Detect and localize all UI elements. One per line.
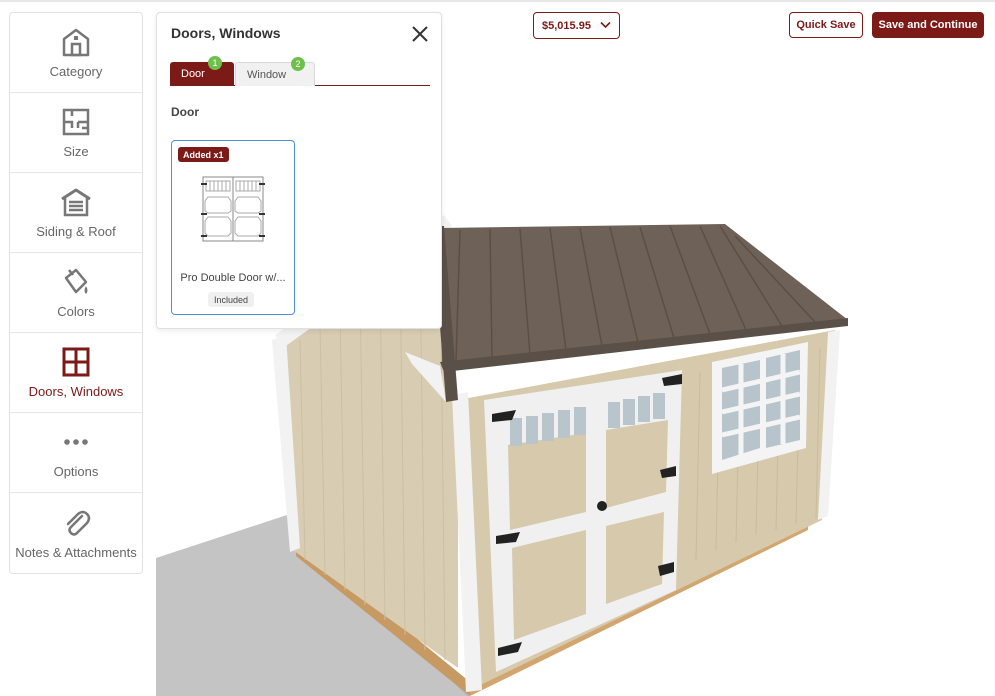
sidebar-item-label: Siding & Roof: [36, 224, 116, 239]
sidebar-item-category[interactable]: Category: [10, 13, 142, 93]
price-dropdown[interactable]: $5,015.95: [533, 12, 620, 39]
quick-save-button[interactable]: Quick Save: [789, 12, 863, 38]
door-option-card[interactable]: Added x1 Pro Double Door w/... Included: [171, 140, 295, 315]
sidebar-item-label: Doors, Windows: [28, 384, 124, 399]
panel-title: Doors, Windows: [171, 25, 281, 41]
count-badge: 2: [291, 57, 305, 71]
save-and-continue-button[interactable]: Save and Continue: [872, 12, 984, 38]
added-badge: Added x1: [178, 147, 229, 162]
section-label: Door: [171, 105, 199, 119]
sidebar-item-label: Colors: [57, 304, 95, 319]
sidebar-item-size[interactable]: Size: [10, 93, 142, 173]
sidebar-item-label: Options: [53, 464, 99, 479]
count-badge: 1: [208, 56, 222, 70]
close-icon[interactable]: [409, 23, 431, 45]
tab-label: Window: [247, 68, 287, 81]
tab-window[interactable]: Window 2: [235, 57, 315, 86]
price-value: $5,015.95: [542, 19, 591, 32]
config-sidebar: Category Size Siding & Roof Colors Doors…: [9, 12, 143, 574]
paperclip-icon: [66, 510, 91, 536]
sidebar-item-doors-windows[interactable]: Doors, Windows: [10, 333, 142, 413]
tab-door[interactable]: Door 1: [170, 56, 234, 86]
sidebar-item-colors[interactable]: Colors: [10, 253, 142, 333]
sidebar-item-label: Category: [49, 64, 103, 79]
window-icon: [62, 347, 90, 377]
sidebar-item-label: Notes & Attachments: [15, 544, 137, 560]
paint-bucket-icon: [64, 268, 88, 294]
barn-icon: [62, 28, 90, 57]
tab-bar: Door 1 Window 2: [170, 56, 430, 86]
sidebar-item-label: Size: [63, 144, 89, 159]
more-dots-icon: [64, 439, 88, 445]
tab-label: Door: [181, 68, 205, 80]
doors-windows-panel: Doors, Windows Door 1 Window 2 Door Adde…: [156, 12, 442, 329]
card-title: Pro Double Door w/...: [180, 272, 286, 284]
sidebar-item-notes-attachments[interactable]: Notes & Attachments: [10, 493, 142, 573]
floorplan-icon: [62, 108, 90, 136]
double-door-thumbnail: [201, 176, 265, 242]
sidebar-item-siding-roof[interactable]: Siding & Roof: [10, 173, 142, 253]
garage-icon: [61, 188, 91, 217]
sidebar-item-options[interactable]: Options: [10, 413, 142, 493]
chevron-down-icon: [600, 21, 611, 29]
included-tag: Included: [208, 292, 255, 307]
